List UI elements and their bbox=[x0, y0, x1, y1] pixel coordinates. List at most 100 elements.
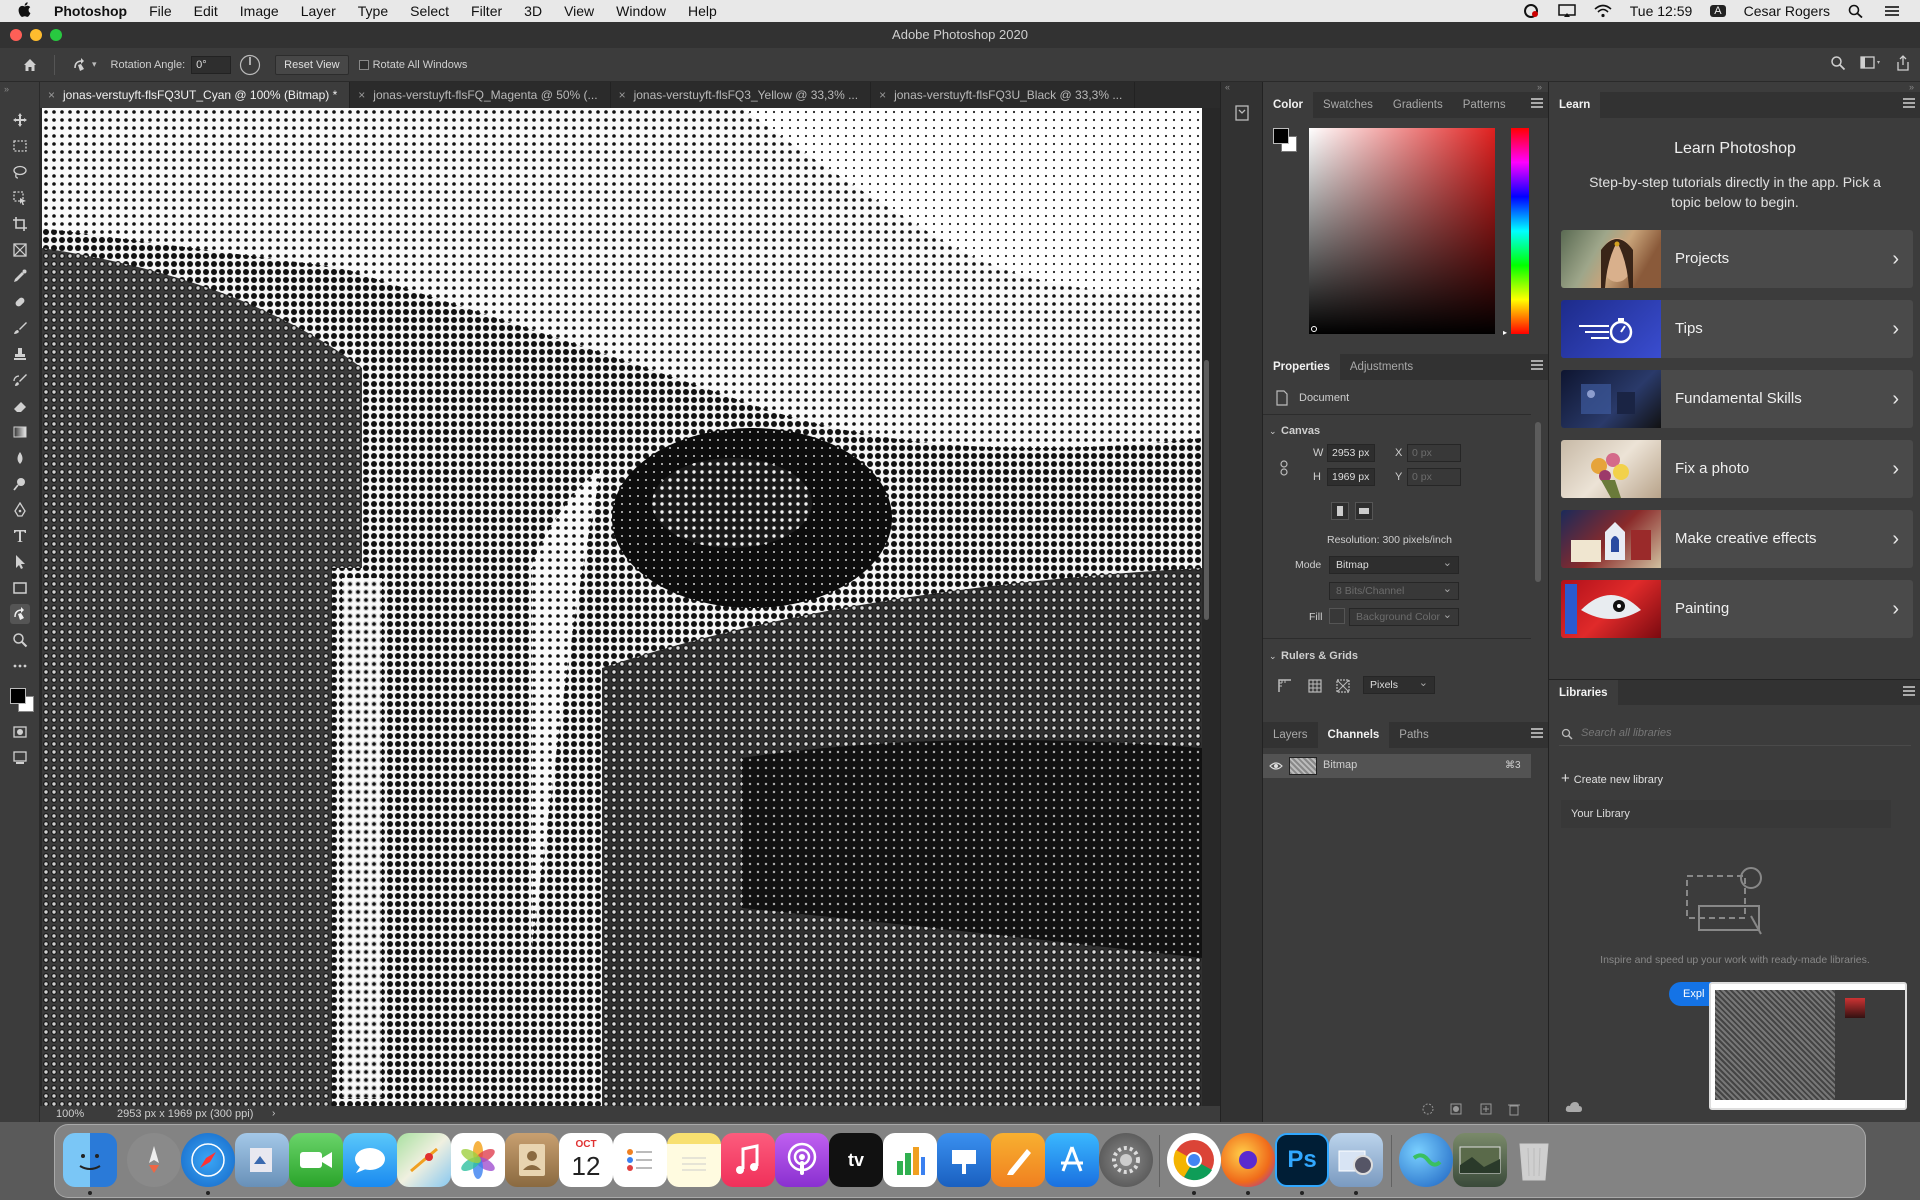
load-channel-selection-icon[interactable] bbox=[1421, 1102, 1435, 1121]
visibility-eye-icon[interactable] bbox=[1269, 759, 1283, 778]
finder-icon[interactable] bbox=[63, 1133, 117, 1187]
link-dimensions-icon[interactable] bbox=[1279, 460, 1289, 479]
launchpad-icon[interactable] bbox=[127, 1133, 181, 1187]
bit-depth-select[interactable]: 8 Bits/Channel bbox=[1329, 581, 1459, 600]
photos-icon[interactable] bbox=[451, 1133, 505, 1187]
tab-libraries[interactable]: Libraries bbox=[1549, 680, 1618, 705]
menubar-clock[interactable]: Tue 12:59 bbox=[1630, 3, 1693, 19]
safari-icon[interactable] bbox=[181, 1133, 235, 1187]
document-canvas[interactable] bbox=[42, 108, 1202, 1106]
menu-filter[interactable]: Filter bbox=[460, 0, 513, 22]
collapse-panels-icon[interactable]: » bbox=[1537, 82, 1542, 92]
trash-icon[interactable] bbox=[1507, 1133, 1561, 1187]
gradient-tool-icon[interactable] bbox=[10, 422, 30, 442]
create-new-library-button[interactable]: + Create new library bbox=[1561, 770, 1663, 787]
color-field[interactable] bbox=[1309, 128, 1495, 334]
brush-tool-icon[interactable] bbox=[10, 318, 30, 338]
hue-slider-handle-icon[interactable]: ▸ bbox=[1503, 328, 1507, 337]
lasso-tool-icon[interactable] bbox=[10, 162, 30, 182]
history-brush-tool-icon[interactable] bbox=[10, 370, 30, 390]
chevron-down-icon[interactable]: ⌄ bbox=[1269, 426, 1277, 437]
numbers-icon[interactable] bbox=[883, 1133, 937, 1187]
tab-channels[interactable]: Channels bbox=[1317, 722, 1390, 748]
menu-layer[interactable]: Layer bbox=[290, 0, 347, 22]
panel-menu-icon[interactable] bbox=[1531, 360, 1543, 370]
rotate-view-tool-icon-selected[interactable] bbox=[10, 604, 30, 624]
messages-icon[interactable] bbox=[343, 1133, 397, 1187]
podcasts-icon[interactable] bbox=[775, 1133, 829, 1187]
panel-menu-icon[interactable] bbox=[1531, 98, 1543, 108]
notes-icon[interactable] bbox=[667, 1133, 721, 1187]
new-channel-icon[interactable] bbox=[1479, 1102, 1493, 1121]
properties-scrollbar[interactable] bbox=[1535, 422, 1541, 582]
doc-tab[interactable]: × jonas-verstuyft-flsFQ3_Yellow @ 33,3% .… bbox=[611, 82, 872, 108]
keynote-icon[interactable] bbox=[937, 1133, 991, 1187]
tab-properties[interactable]: Properties bbox=[1263, 354, 1340, 380]
color-swatches-fg-bg[interactable] bbox=[1273, 128, 1299, 154]
tab-adjustments[interactable]: Adjustments bbox=[1340, 354, 1423, 380]
collapse-panels-icon[interactable]: » bbox=[1909, 82, 1914, 92]
firefox-icon[interactable] bbox=[1221, 1133, 1275, 1187]
trash-icon[interactable] bbox=[1507, 1102, 1521, 1121]
menu-window[interactable]: Window bbox=[605, 0, 677, 22]
apple-tv-icon[interactable]: tv bbox=[829, 1133, 883, 1187]
zoom-tool-icon[interactable] bbox=[10, 630, 30, 650]
menu-edit[interactable]: Edit bbox=[183, 0, 229, 22]
learn-card-make-creative-effects[interactable]: Make creative effects › bbox=[1561, 510, 1913, 568]
calendar-icon[interactable]: OCT 12 bbox=[559, 1133, 613, 1187]
search-icon[interactable] bbox=[1830, 55, 1846, 74]
zoom-window-button[interactable] bbox=[50, 29, 62, 41]
channel-row[interactable]: Bitmap ⌘3 bbox=[1263, 754, 1531, 778]
spotlight-search-icon[interactable] bbox=[1848, 4, 1866, 19]
chrome-icon[interactable] bbox=[1167, 1133, 1221, 1187]
contacts-icon[interactable] bbox=[505, 1133, 559, 1187]
maps-icon[interactable] bbox=[397, 1133, 451, 1187]
eyedropper-tool-icon[interactable] bbox=[10, 266, 30, 286]
music-icon[interactable] bbox=[721, 1133, 775, 1187]
preview-app-icon[interactable] bbox=[235, 1133, 289, 1187]
height-field[interactable]: 1969 px bbox=[1327, 468, 1375, 486]
marquee-tool-icon[interactable] bbox=[10, 136, 30, 156]
libraries-search-input[interactable]: Search all libraries bbox=[1559, 722, 1911, 746]
clone-stamp-tool-icon[interactable] bbox=[10, 344, 30, 364]
menu-file[interactable]: File bbox=[138, 0, 183, 22]
y-field[interactable]: 0 px bbox=[1407, 468, 1461, 486]
color-picker-handle[interactable] bbox=[1311, 326, 1317, 332]
zoom-level[interactable]: 100% bbox=[56, 1106, 84, 1122]
expand-panels-icon[interactable]: « bbox=[1225, 82, 1230, 92]
reset-view-button[interactable]: Reset View bbox=[275, 54, 349, 75]
doc-tab[interactable]: × jonas-verstuyft-flsFQ3UT_Cyan @ 100% (B… bbox=[40, 82, 351, 108]
width-field[interactable]: 2953 px bbox=[1327, 444, 1375, 462]
tab-patterns[interactable]: Patterns bbox=[1453, 92, 1516, 118]
rotation-dial-icon[interactable] bbox=[239, 54, 261, 76]
close-tab-icon[interactable]: × bbox=[48, 88, 55, 102]
menu-image[interactable]: Image bbox=[229, 0, 290, 22]
photoshop-icon[interactable]: Ps bbox=[1275, 1133, 1329, 1187]
document-info[interactable]: 2953 px x 1969 px (300 ppi) bbox=[117, 1106, 253, 1122]
status-menu-arrow-icon[interactable]: › bbox=[272, 1106, 275, 1122]
fill-swatch[interactable] bbox=[1329, 608, 1345, 624]
rectangle-tool-icon[interactable] bbox=[10, 578, 30, 598]
cloud-sync-icon[interactable] bbox=[1565, 1100, 1583, 1118]
canvas-section-header[interactable]: Canvas bbox=[1281, 425, 1320, 437]
fill-select[interactable]: Background Color bbox=[1349, 607, 1459, 626]
panel-menu-icon[interactable] bbox=[1903, 686, 1915, 696]
airplay-icon[interactable] bbox=[1558, 4, 1576, 18]
your-library-item[interactable]: Your Library bbox=[1561, 800, 1891, 828]
system-preferences-icon[interactable] bbox=[1099, 1133, 1153, 1187]
dodge-tool-icon[interactable] bbox=[10, 474, 30, 494]
rotate-view-tool-icon[interactable]: ▾ bbox=[71, 56, 97, 74]
blur-tool-icon[interactable] bbox=[10, 448, 30, 468]
tab-learn[interactable]: Learn bbox=[1549, 92, 1601, 118]
learn-card-fundamental-skills[interactable]: Fundamental Skills › bbox=[1561, 370, 1913, 428]
share-icon[interactable] bbox=[1896, 55, 1910, 74]
facetime-icon[interactable] bbox=[289, 1133, 343, 1187]
mode-select[interactable]: Bitmap bbox=[1329, 555, 1459, 574]
units-select[interactable]: Pixels bbox=[1363, 675, 1435, 694]
learn-card-painting[interactable]: Painting › bbox=[1561, 580, 1913, 638]
minimize-window-button[interactable] bbox=[30, 29, 42, 41]
panel-menu-icon[interactable] bbox=[1531, 728, 1543, 738]
apple-icon[interactable] bbox=[18, 1, 40, 21]
rotate-all-windows-checkbox[interactable] bbox=[358, 59, 369, 70]
tab-layers[interactable]: Layers bbox=[1263, 722, 1318, 748]
